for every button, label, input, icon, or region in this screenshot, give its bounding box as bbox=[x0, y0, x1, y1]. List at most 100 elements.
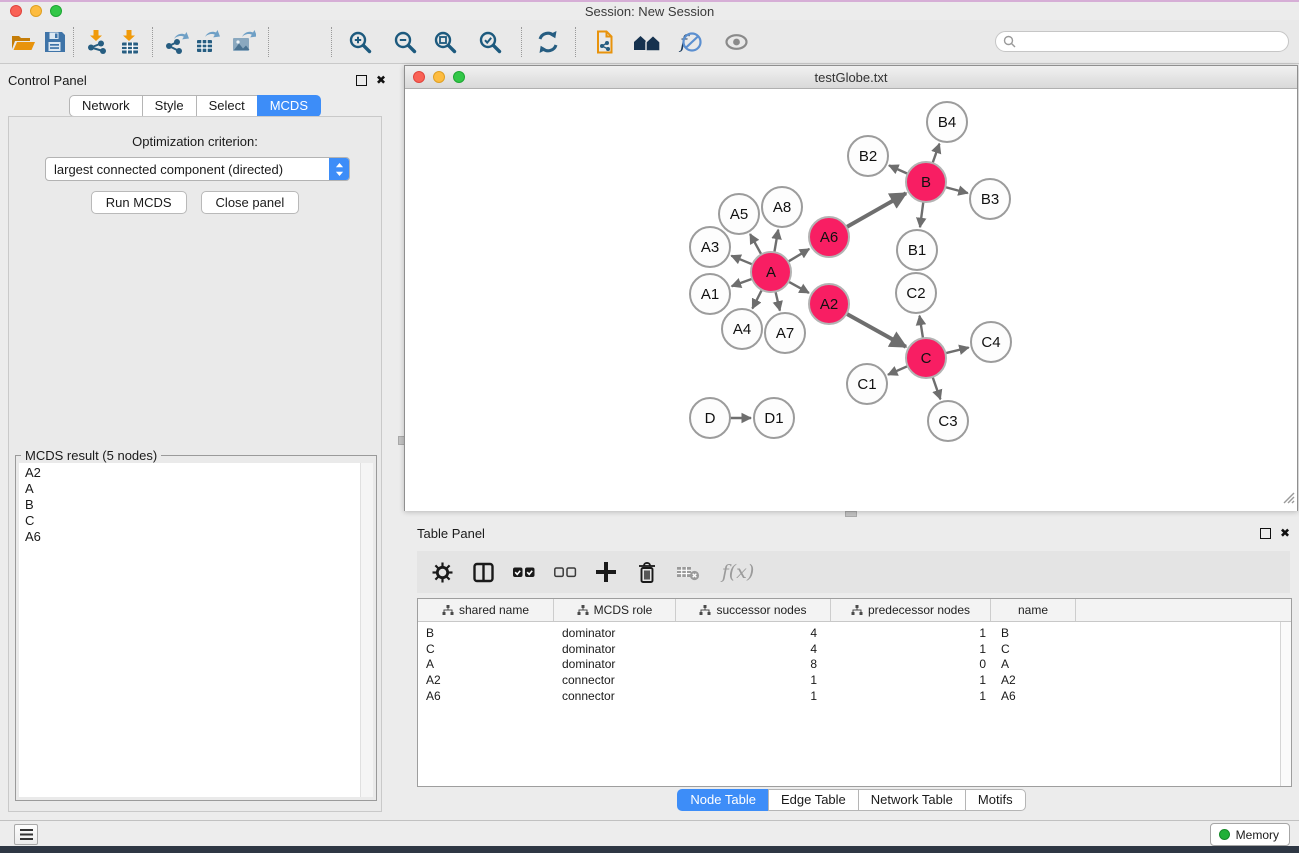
table-cell[interactable]: connector bbox=[554, 673, 676, 689]
resize-grip-icon[interactable] bbox=[1281, 490, 1295, 509]
zoom-fit-icon[interactable] bbox=[430, 26, 460, 58]
table-cell[interactable]: A bbox=[418, 657, 554, 673]
tab-edge-table[interactable]: Edge Table bbox=[768, 789, 859, 811]
table-cell[interactable]: dominator bbox=[554, 626, 676, 642]
delete-selected-icon[interactable] bbox=[634, 559, 660, 585]
table-cell[interactable]: B bbox=[991, 626, 1076, 642]
export-network-icon[interactable] bbox=[161, 26, 191, 58]
table-cell[interactable]: dominator bbox=[554, 642, 676, 658]
graph-edge-A2-C[interactable] bbox=[845, 313, 906, 347]
search-box[interactable] bbox=[995, 31, 1289, 52]
split-view-icon[interactable] bbox=[470, 559, 496, 585]
graph-edge-C-C2[interactable] bbox=[920, 316, 924, 341]
table-scrollbar[interactable] bbox=[1280, 622, 1291, 786]
task-history-button[interactable] bbox=[14, 824, 38, 845]
mcds-list-scrollbar[interactable] bbox=[360, 463, 373, 797]
column-header-predecessor-nodes[interactable]: predecessor nodes bbox=[831, 599, 991, 621]
function-builder-icon[interactable]: f bbox=[675, 26, 705, 58]
import-network-icon[interactable] bbox=[82, 26, 112, 58]
optimization-criterion-select[interactable]: largest connected component (directed) bbox=[45, 157, 350, 181]
table-cell[interactable]: 4 bbox=[676, 626, 831, 642]
float-panel-icon[interactable] bbox=[356, 75, 367, 86]
table-row[interactable]: A2connector11A2 bbox=[418, 673, 1280, 689]
run-mcds-button[interactable]: Run MCDS bbox=[91, 191, 187, 214]
graph-edge-B-B2[interactable] bbox=[889, 165, 910, 174]
graph-edge-C-C3[interactable] bbox=[932, 375, 941, 399]
column-header-name[interactable]: name bbox=[991, 599, 1076, 621]
graph-edge-A-A4[interactable] bbox=[752, 288, 762, 309]
table-cell[interactable]: A2 bbox=[418, 673, 554, 689]
graph-edge-B-B3[interactable] bbox=[943, 187, 967, 194]
network-canvas[interactable]: AA1A2A3A4A5A6A7A8BB1B2B3B4CC1C2C3C4DD1 bbox=[405, 89, 1297, 511]
table-cell[interactable]: 8 bbox=[676, 657, 831, 673]
select-all-icon[interactable] bbox=[511, 559, 537, 585]
import-table-icon[interactable] bbox=[115, 26, 145, 58]
close-table-panel-icon[interactable]: ✖ bbox=[1280, 528, 1290, 538]
graph-edge-C-C1[interactable] bbox=[888, 365, 910, 374]
horizontal-splitter-handle[interactable] bbox=[845, 511, 857, 517]
tab-select[interactable]: Select bbox=[196, 95, 258, 117]
tab-motifs[interactable]: Motifs bbox=[965, 789, 1026, 811]
zoom-in-icon[interactable] bbox=[345, 26, 375, 58]
graph-edge-A-A1[interactable] bbox=[732, 278, 755, 286]
table-cell[interactable]: B bbox=[418, 626, 554, 642]
memory-button[interactable]: Memory bbox=[1210, 823, 1290, 846]
table-cell[interactable]: A6 bbox=[991, 689, 1076, 705]
mcds-result-item[interactable]: A bbox=[25, 481, 360, 497]
table-cell[interactable]: 1 bbox=[831, 689, 991, 705]
float-table-panel-icon[interactable] bbox=[1260, 528, 1271, 539]
export-table-icon[interactable] bbox=[192, 26, 222, 58]
graph-edge-B-B1[interactable] bbox=[920, 200, 924, 227]
tab-network-table[interactable]: Network Table bbox=[858, 789, 966, 811]
table-cell[interactable]: dominator bbox=[554, 657, 676, 673]
close-panel-icon[interactable]: ✖ bbox=[376, 75, 386, 85]
graph-edge-C-C4[interactable] bbox=[944, 348, 969, 354]
tab-network[interactable]: Network bbox=[69, 95, 143, 117]
table-row[interactable]: A6connector11A6 bbox=[418, 689, 1280, 705]
table-cell[interactable]: connector bbox=[554, 689, 676, 705]
open-icon[interactable] bbox=[8, 26, 38, 58]
export-image-icon[interactable] bbox=[228, 26, 258, 58]
table-row[interactable]: Adominator80A bbox=[418, 657, 1280, 673]
zoom-out-icon[interactable] bbox=[390, 26, 420, 58]
table-cell[interactable]: 4 bbox=[676, 642, 831, 658]
table-cell[interactable]: 0 bbox=[831, 657, 991, 673]
graph-edge-A6-B[interactable] bbox=[845, 193, 906, 228]
add-column-icon[interactable] bbox=[593, 559, 619, 585]
column-settings-icon[interactable] bbox=[429, 559, 455, 585]
column-header-shared-name[interactable]: shared name bbox=[418, 599, 554, 621]
column-header-mcds-role[interactable]: MCDS role bbox=[554, 599, 676, 621]
home-icon[interactable] bbox=[632, 26, 662, 58]
column-header-successor-nodes[interactable]: successor nodes bbox=[676, 599, 831, 621]
table-cell[interactable]: A2 bbox=[991, 673, 1076, 689]
graph-edge-A-A6[interactable] bbox=[786, 249, 809, 263]
table-cell[interactable]: 1 bbox=[676, 689, 831, 705]
table-cell[interactable]: 1 bbox=[676, 673, 831, 689]
table-cell[interactable]: C bbox=[991, 642, 1076, 658]
apply-layout-icon[interactable] bbox=[533, 26, 563, 58]
table-row[interactable]: Bdominator41B bbox=[418, 626, 1280, 642]
search-input[interactable] bbox=[1016, 34, 1288, 50]
graph-edge-A-A3[interactable] bbox=[731, 256, 754, 266]
deselect-all-icon[interactable] bbox=[552, 559, 578, 585]
mcds-result-item[interactable]: B bbox=[25, 497, 360, 513]
table-cell[interactable]: 1 bbox=[831, 642, 991, 658]
tab-mcds[interactable]: MCDS bbox=[257, 95, 321, 117]
graph-edge-A-A8[interactable] bbox=[774, 230, 778, 255]
zoom-selected-icon[interactable] bbox=[475, 26, 505, 58]
graph-edge-A-A5[interactable] bbox=[750, 234, 762, 256]
tab-style[interactable]: Style bbox=[142, 95, 197, 117]
graph-edge-A-A2[interactable] bbox=[787, 281, 809, 293]
table-cell[interactable]: 1 bbox=[831, 673, 991, 689]
table-cell[interactable]: 1 bbox=[831, 626, 991, 642]
table-cell[interactable]: C bbox=[418, 642, 554, 658]
mcds-result-item[interactable]: A6 bbox=[25, 529, 360, 545]
mcds-result-item[interactable]: C bbox=[25, 513, 360, 529]
save-icon[interactable] bbox=[40, 26, 70, 58]
close-panel-button[interactable]: Close panel bbox=[201, 191, 300, 214]
table-row[interactable]: Cdominator41C bbox=[418, 642, 1280, 658]
graph-edge-B-B4[interactable] bbox=[932, 144, 940, 165]
duplicate-network-icon[interactable] bbox=[590, 26, 620, 58]
mcds-result-item[interactable]: A2 bbox=[25, 465, 360, 481]
table-cell[interactable]: A bbox=[991, 657, 1076, 673]
